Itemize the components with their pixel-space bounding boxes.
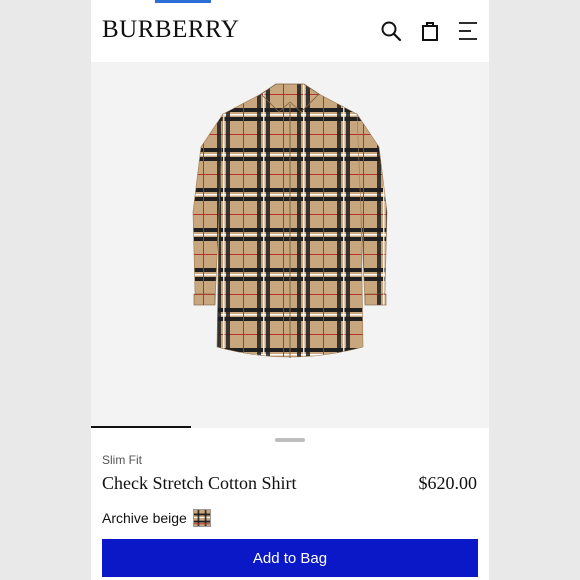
add-to-bag-button[interactable]: Add to Bag <box>102 539 478 577</box>
product-price: $620.00 <box>418 473 478 493</box>
search-button[interactable] <box>378 18 404 44</box>
shirt-image <box>91 62 489 428</box>
menu-button[interactable] <box>455 18 481 44</box>
shopping-bag-icon <box>422 22 438 41</box>
color-selector: Archive beige <box>102 509 211 527</box>
search-icon <box>381 21 402 42</box>
sheet-drag-handle[interactable] <box>275 438 305 442</box>
header: BURBERRY <box>91 0 489 62</box>
app-screen: BURBERRY Slim Fit Check Stretch Cotton S… <box>91 0 489 580</box>
color-swatch[interactable] <box>192 509 211 527</box>
product-fit: Slim Fit <box>102 453 142 467</box>
product-title: Check Stretch Cotton Shirt <box>102 473 297 493</box>
shopping-bag-button[interactable] <box>417 18 443 44</box>
color-name: Archive beige <box>102 510 187 526</box>
product-details-sheet: Slim Fit Check Stretch Cotton Shirt $620… <box>91 428 489 580</box>
menu-icon <box>459 22 477 40</box>
brand-logo[interactable]: BURBERRY <box>102 16 239 44</box>
product-image[interactable] <box>91 62 489 428</box>
